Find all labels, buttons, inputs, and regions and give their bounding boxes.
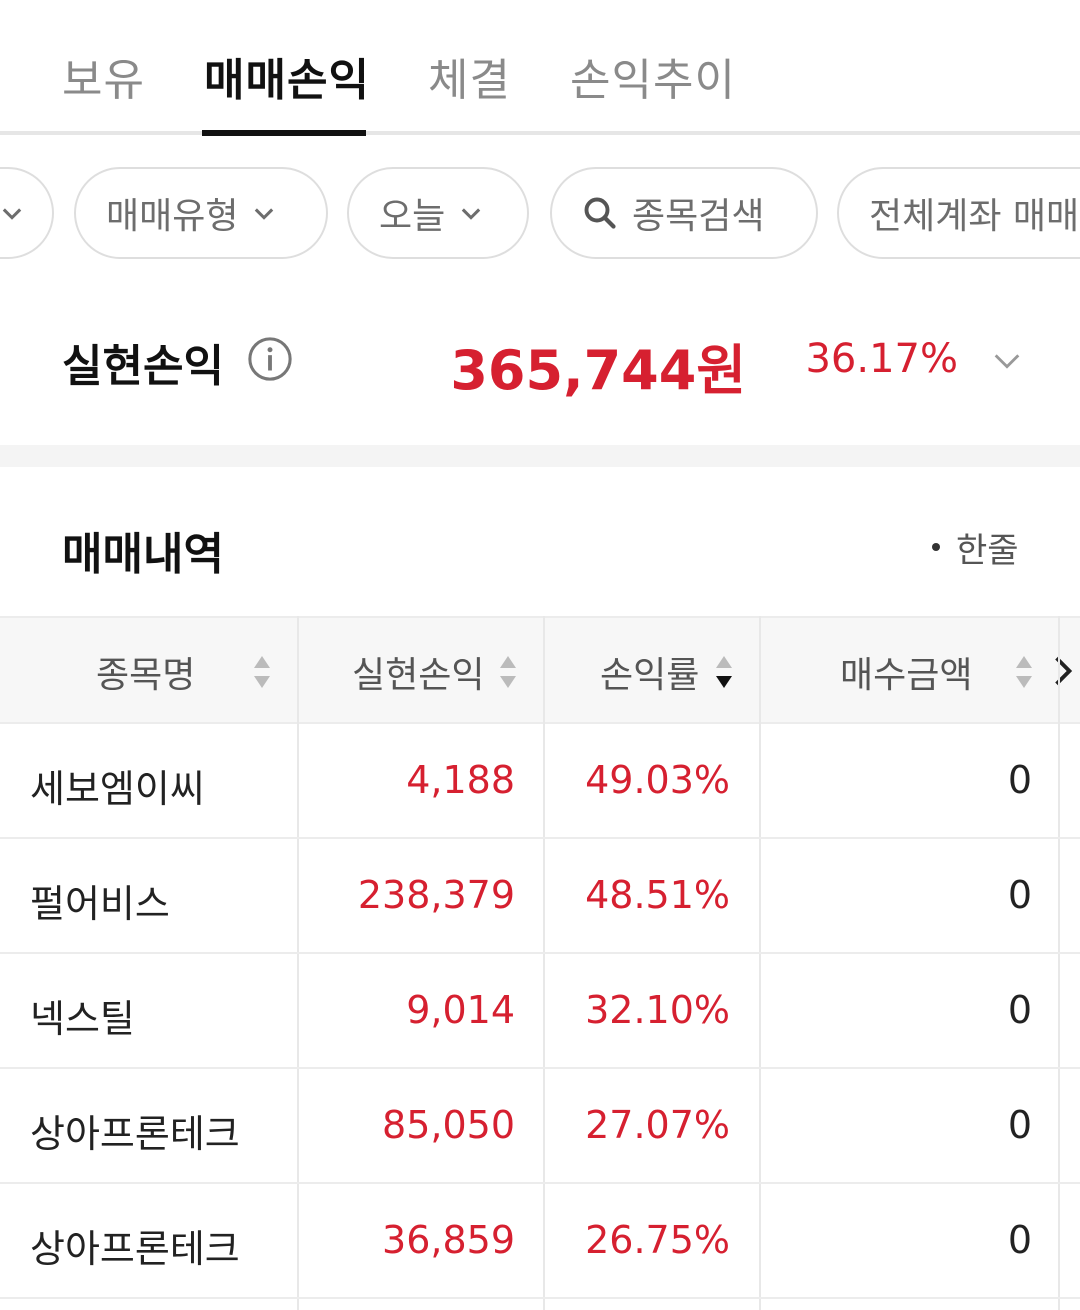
trade-history-title: 매매내역 — [62, 529, 224, 580]
pnl-rate: 27.07% — [585, 1103, 730, 1147]
view-mode-toggle[interactable]: 한줄 — [932, 524, 1019, 571]
table-row[interactable]: 상아프론테크 85,050 27.07% 0 — [0, 1069, 1080, 1184]
period-label: 오늘 — [379, 196, 446, 237]
stock-name: 펄어비스 — [30, 882, 170, 926]
table-row[interactable]: 상아프론테크 36,859 26.75% 0 — [0, 1184, 1080, 1299]
sort-icon[interactable] — [498, 654, 518, 690]
table-header: 종목명 실현손익 손익률 매수금액 — [0, 616, 1080, 724]
summary-rate: 36.17% — [805, 336, 958, 382]
stock-name: 넥스틸 — [30, 997, 135, 1041]
sort-desc-icon[interactable] — [714, 654, 734, 690]
chevron-right-icon[interactable] — [1052, 656, 1074, 686]
dot-icon — [932, 543, 940, 551]
buy-amount: 0 — [1007, 873, 1032, 917]
pnl-rate: 48.51% — [585, 873, 730, 917]
realized-pnl-summary: 실현손익 365,744원 36.17% — [0, 300, 1080, 420]
stock-search-button[interactable]: 종목검색 — [550, 167, 818, 259]
summary-label: 실현손익 — [62, 341, 224, 392]
column-header-buy-amount[interactable]: 매수금액 — [840, 646, 972, 698]
info-icon[interactable] — [247, 336, 293, 382]
stock-name: 세보엠이씨 — [30, 767, 205, 811]
tabs-divider — [0, 131, 1080, 135]
buy-amount: 0 — [1007, 758, 1032, 802]
sort-icon[interactable] — [1014, 654, 1034, 690]
realized-pnl: 36,859 — [382, 1218, 515, 1262]
summary-amount: 365,744원 — [450, 339, 746, 402]
tab-bar: 보유 매매손익 체결 손익추이 — [0, 0, 1080, 136]
table-row[interactable]: 넥스틸 9,014 32.10% 0 — [0, 954, 1080, 1069]
chevron-down-icon — [255, 208, 274, 220]
column-header-pnl-rate[interactable]: 손익률 — [600, 646, 699, 698]
chevron-down-icon — [462, 208, 481, 220]
section-divider — [0, 445, 1080, 467]
tab-pnl-trend[interactable]: 손익추이 — [570, 44, 736, 108]
buy-amount: 0 — [1007, 988, 1032, 1032]
table-row[interactable]: 세보엠이씨 4,188 49.03% 0 — [0, 724, 1080, 839]
tab-holdings[interactable]: 보유 — [62, 44, 145, 108]
stock-name: 상아프론테크 — [30, 1112, 240, 1156]
pnl-rate: 26.75% — [585, 1218, 730, 1262]
trade-type-label: 매매유형 — [106, 196, 239, 237]
column-header-name[interactable]: 종목명 — [96, 646, 195, 698]
buy-amount: 0 — [1007, 1103, 1032, 1147]
chevron-down-icon — [2, 208, 22, 220]
account-filter[interactable]: 전체계좌 매매 — [837, 167, 1080, 259]
buy-amount: 0 — [1007, 1218, 1032, 1262]
search-icon — [584, 197, 616, 229]
pnl-rate: 49.03% — [585, 758, 730, 802]
realized-pnl: 4,188 — [406, 758, 515, 802]
active-tab-indicator — [202, 130, 366, 136]
stock-search-label: 종목검색 — [632, 196, 765, 237]
tab-trading-pnl[interactable]: 매매손익 — [204, 44, 370, 108]
pnl-rate: 32.10% — [585, 988, 730, 1032]
column-header-realized-pnl[interactable]: 실현손익 — [352, 646, 484, 698]
stock-name: 상아프론테크 — [30, 1227, 240, 1271]
view-mode-label: 한줄 — [956, 530, 1019, 571]
trade-history-table: 종목명 실현손익 손익률 매수금액 세보엠이씨 4,188 49.03% 0 펄… — [0, 616, 1080, 1310]
realized-pnl: 85,050 — [382, 1103, 515, 1147]
trade-type-filter[interactable]: 매매유형 — [74, 167, 328, 259]
tab-executions[interactable]: 체결 — [428, 44, 511, 108]
period-filter[interactable]: 오늘 — [347, 167, 529, 259]
partial-filter-chip[interactable] — [0, 167, 54, 259]
chevron-down-icon[interactable] — [990, 344, 1024, 378]
account-filter-label: 전체계좌 매매 — [869, 196, 1080, 237]
filter-chip-row: 매매유형 오늘 종목검색 전체계좌 매매 — [0, 163, 1080, 265]
realized-pnl: 9,014 — [406, 988, 515, 1032]
table-row[interactable]: 펄어비스 238,379 48.51% 0 — [0, 839, 1080, 954]
sort-icon[interactable] — [252, 654, 272, 690]
realized-pnl: 238,379 — [357, 873, 515, 917]
